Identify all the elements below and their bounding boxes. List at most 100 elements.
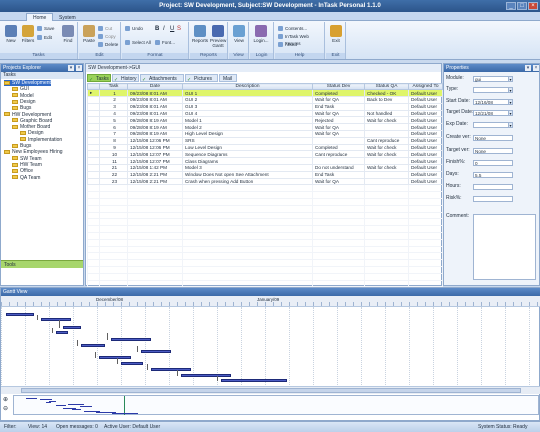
table-row[interactable]: 11 12/15/08 12:07 PM Class Diagrams Default…: [87, 157, 443, 165]
tools-header[interactable]: Tools: [1, 260, 83, 268]
tree-item[interactable]: Model: [12, 93, 34, 99]
tree-item[interactable]: HW Team: [12, 162, 42, 168]
tree-item[interactable]: New Employees Hiring: [4, 149, 63, 155]
close-icon[interactable]: ×: [533, 65, 539, 71]
property-field[interactable]: gui: [473, 75, 513, 82]
tab-home[interactable]: Home: [26, 13, 54, 21]
property-field[interactable]: [473, 183, 513, 190]
table-row[interactable]: 21 12/15/08 1:42 PM Model 3 Do not understa…: [87, 163, 443, 172]
table-row[interactable]: 4 09/23/08 8:01 AM GUI 4 Wait for QA Not han…: [87, 109, 443, 118]
new-button[interactable]: New: [3, 24, 19, 51]
exit-button[interactable]: Exit: [328, 24, 344, 51]
login-button[interactable]: Login...: [253, 24, 269, 51]
property-field[interactable]: [473, 121, 513, 128]
web-forums-button[interactable]: InTask Web Forums: [278, 33, 324, 46]
tab-tasks[interactable]: ✓ Tasks: [87, 74, 111, 83]
tree-item[interactable]: Design: [20, 130, 44, 136]
table-row[interactable]: 10 12/15/08 12:07 PM Sequence Diagrams Cant…: [87, 150, 443, 159]
table-row[interactable]: 22 12/15/08 2:21 PM Window Does Not open S…: [87, 170, 443, 179]
dropdown-arrow-icon[interactable]: ▾: [508, 98, 513, 105]
table-row[interactable]: 5 09/28/08 8:19 AM Model 1 Rejected Wait for…: [87, 116, 443, 125]
gantt-bar[interactable]: [141, 350, 171, 353]
gantt-bar[interactable]: [151, 368, 191, 371]
table-row[interactable]: 8 12/15/08 12:06 PM SRS Cant reproduce Defau…: [87, 136, 443, 145]
property-field[interactable]: 5.5: [473, 171, 513, 178]
view-button[interactable]: View: [231, 24, 247, 51]
tree-item[interactable]: Bugs: [12, 143, 31, 149]
property-field[interactable]: 12/21/08: [473, 109, 513, 116]
property-field[interactable]: None: [473, 147, 513, 154]
zoom-out-icon[interactable]: ⊖: [3, 405, 8, 412]
undo-button[interactable]: Undo: [125, 25, 143, 32]
gantt-scroll-thumb[interactable]: [21, 388, 521, 393]
reports-button[interactable]: Reports: [192, 24, 208, 51]
tree-item[interactable]: Design: [12, 99, 36, 105]
table-row[interactable]: 3 09/23/08 8:01 AM GUI 3 End Task Default Us…: [87, 102, 443, 111]
cut-button[interactable]: Cut: [98, 25, 112, 32]
gantt-bar[interactable]: [6, 313, 34, 316]
table-row[interactable]: 7 09/28/08 8:19 AM High Level Design Wait f…: [87, 129, 443, 138]
table-row[interactable]: 23 12/15/08 2:21 PM Crash when pressing Ad…: [87, 177, 443, 186]
tree-item[interactable]: HW Development: [4, 112, 51, 118]
close-icon[interactable]: ×: [76, 65, 82, 71]
tab-pictures[interactable]: ✓ Pictures: [185, 74, 218, 83]
delete-button[interactable]: Delete: [98, 41, 118, 48]
copy-button[interactable]: Copy: [98, 33, 116, 40]
property-field[interactable]: 12/16/08: [473, 98, 513, 105]
dropdown-arrow-icon[interactable]: ▾: [508, 86, 513, 93]
gantt-bar[interactable]: [56, 331, 68, 334]
filters-button[interactable]: Filters: [20, 24, 36, 51]
minimize-button[interactable]: _: [506, 2, 516, 10]
dropdown-arrow-icon[interactable]: ▾: [508, 75, 513, 82]
tab-system[interactable]: System: [52, 13, 83, 21]
gantt-bar[interactable]: [63, 326, 81, 329]
gantt-bar[interactable]: [121, 362, 143, 365]
save-button[interactable]: Save: [37, 25, 54, 32]
tree-item[interactable]: Bugs: [12, 105, 31, 111]
pin-icon[interactable]: ▾: [68, 65, 74, 71]
tree-item[interactable]: SW Development: [4, 80, 51, 86]
tree-item[interactable]: Implementation: [20, 137, 62, 143]
comment-field[interactable]: [473, 214, 536, 280]
bold-icon[interactable]: B: [155, 26, 159, 32]
font-button[interactable]: Font...: [155, 39, 175, 46]
tab-history[interactable]: ✓ History: [112, 74, 139, 83]
maximize-button[interactable]: □: [517, 2, 527, 10]
tree-item[interactable]: SW Team: [12, 156, 42, 162]
property-field[interactable]: [473, 195, 513, 202]
gantt-scrollbar[interactable]: [1, 386, 540, 394]
property-field[interactable]: None: [473, 134, 513, 141]
tree-item[interactable]: Mother Board: [12, 124, 50, 130]
gantt-bar[interactable]: [221, 379, 287, 382]
table-row[interactable]: 9 12/15/08 12:06 PM Low Level Design Comple…: [87, 143, 443, 152]
pin-icon[interactable]: ▾: [525, 65, 531, 71]
dropdown-arrow-icon[interactable]: ▾: [508, 121, 513, 128]
preview-gantt-button[interactable]: Preview Gantt: [210, 24, 226, 51]
property-field[interactable]: [473, 86, 513, 93]
tree-item[interactable]: QA Team: [12, 175, 40, 181]
gantt-overview[interactable]: [13, 395, 539, 415]
underline-icon[interactable]: U: [170, 26, 174, 32]
tree-item[interactable]: Office: [12, 168, 33, 174]
gantt-bar[interactable]: [111, 338, 151, 341]
tab-attachments[interactable]: ✓ Attachments: [140, 74, 184, 83]
zoom-in-icon[interactable]: ⊕: [3, 396, 8, 403]
gantt-bar[interactable]: [181, 374, 231, 377]
contents-button[interactable]: Contents...: [278, 25, 307, 32]
table-row[interactable]: 2 09/23/08 8:01 AM GUI 2 Wait for QA Back to…: [87, 96, 443, 104]
italic-icon[interactable]: I: [163, 26, 165, 32]
tree-item[interactable]: GUI: [12, 86, 29, 92]
table-row[interactable]: ▸ 1 09/23/08 8:01 AM GUI 1 Completed Checked …: [87, 89, 443, 97]
table-row[interactable]: 6 09/28/08 8:19 AM Model 2 Wait for QA Defau…: [87, 123, 443, 131]
paste-button[interactable]: Paste: [81, 24, 97, 51]
tree-item[interactable]: Graphic Board: [12, 118, 52, 124]
property-field[interactable]: 0: [473, 159, 513, 166]
about-button[interactable]: About: [278, 41, 297, 48]
tab-mail[interactable]: Mail: [219, 74, 237, 82]
find-button[interactable]: Find: [60, 24, 76, 51]
gantt-bar[interactable]: [41, 318, 71, 321]
strikethrough-icon[interactable]: S: [177, 26, 181, 32]
column-header[interactable]: Assigned To: [408, 83, 443, 90]
close-button[interactable]: ×: [528, 2, 538, 10]
edit-button[interactable]: Edit: [37, 34, 52, 41]
